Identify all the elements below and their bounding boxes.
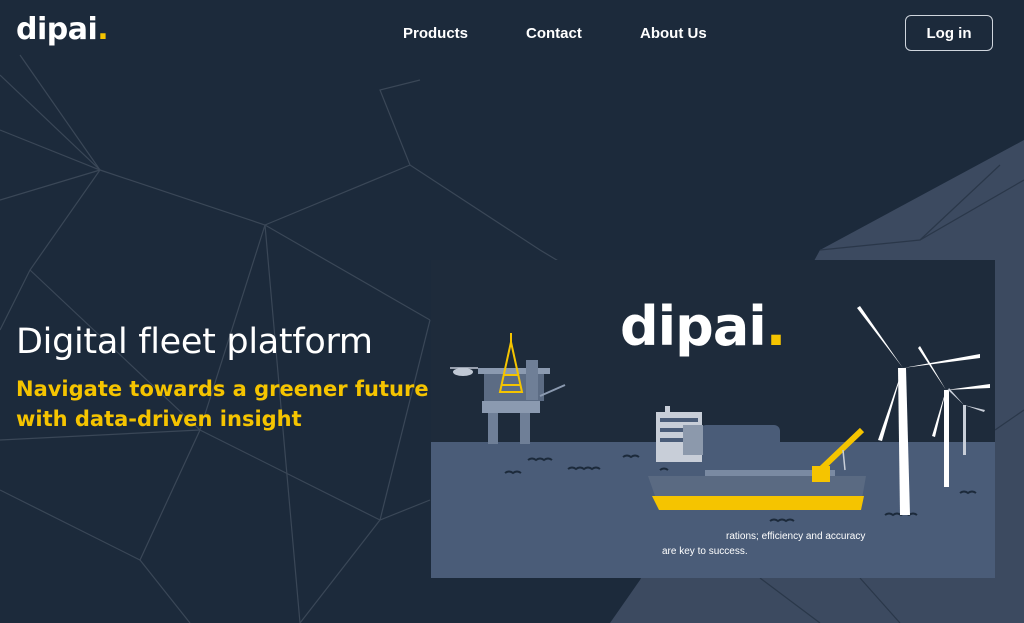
- nav-products-link[interactable]: Products: [403, 25, 468, 42]
- nav-about-us-link[interactable]: About Us: [640, 25, 707, 42]
- login-button[interactable]: Log in: [905, 15, 993, 51]
- illustration-caption-line-1: rations; efficiency and accuracy: [726, 531, 866, 542]
- dipai-logo[interactable]: dipai.: [16, 12, 109, 47]
- illustration-logo: dipai.: [620, 295, 786, 358]
- nav-contact-link[interactable]: Contact: [526, 25, 582, 42]
- hero-subtitle-line-1: Navigate towards a greener future: [16, 377, 429, 401]
- hero-subtitle-line-2: with data-driven insight: [16, 407, 302, 431]
- hero-title: Digital fleet platform: [16, 322, 373, 362]
- illustration-caption-line-2: are key to success.: [662, 546, 748, 557]
- hero-subtitle: Navigate towards a greener future with d…: [16, 374, 429, 434]
